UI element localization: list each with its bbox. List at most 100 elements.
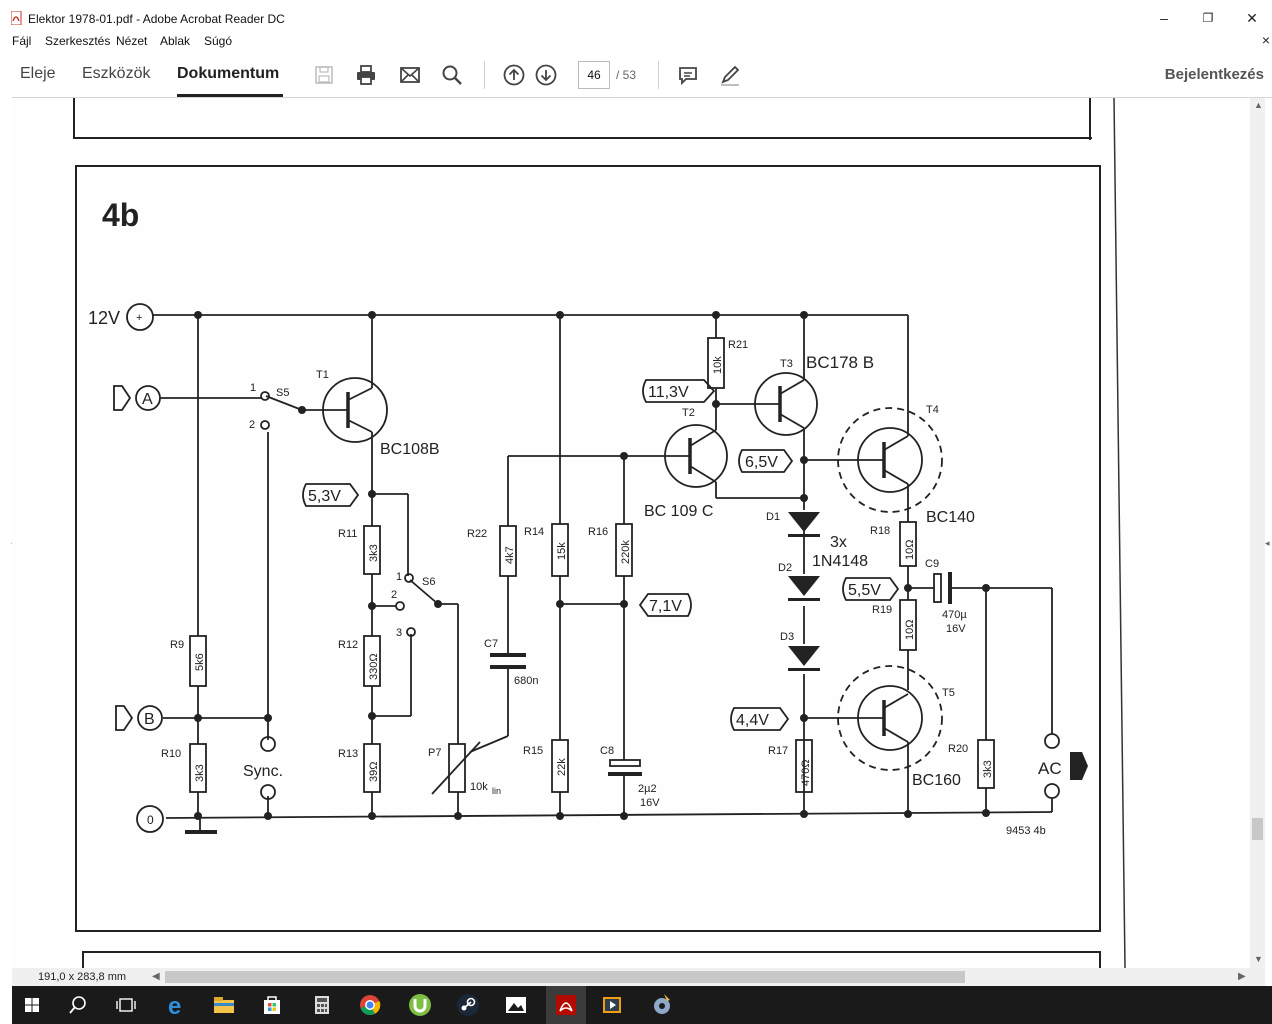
page-total: / 53 — [616, 68, 637, 82]
t4-ref: T4 — [926, 404, 939, 416]
scroll-down-icon[interactable]: ▼ — [1254, 954, 1263, 964]
c8-ref: C8 — [600, 745, 614, 757]
vertical-scroll-thumb[interactable] — [1252, 818, 1263, 840]
s6-pos3: 3 — [396, 627, 402, 639]
s6-label: S6 — [422, 576, 435, 588]
search-icon[interactable] — [440, 63, 464, 87]
p7-suffix: lin — [492, 786, 501, 796]
menu-window[interactable]: Ablak — [160, 34, 190, 48]
acrobat-taskbar-active[interactable] — [546, 986, 586, 1024]
t5-ref: T5 — [942, 687, 955, 699]
window-title: Elektor 1978-01.pdf - Adobe Acrobat Read… — [28, 12, 285, 26]
r14-value: 15k — [556, 542, 568, 560]
d3-ref: D3 — [780, 631, 794, 643]
input-b-label: B — [144, 711, 155, 728]
c9-ref: C9 — [925, 558, 939, 570]
r17-value: 470Ω — [800, 759, 812, 786]
minimize-button[interactable]: – — [1144, 6, 1184, 30]
output-label: AC — [1038, 759, 1062, 778]
t2-ref: T2 — [682, 407, 695, 419]
photos-icon[interactable] — [502, 991, 530, 1019]
title-bar: Elektor 1978-01.pdf - Adobe Acrobat Read… — [0, 0, 1272, 32]
r18-value: 10Ω — [904, 540, 916, 560]
c8-value: 2µ2 — [638, 783, 657, 795]
c8-voltage: 16V — [640, 797, 660, 809]
page-down-icon[interactable] — [534, 63, 558, 87]
r19-ref: R19 — [872, 604, 892, 616]
menu-file[interactable]: Fájl — [12, 34, 31, 48]
calculator-icon[interactable] — [308, 991, 336, 1019]
utorrent-icon[interactable] — [406, 991, 434, 1019]
email-icon[interactable] — [398, 63, 422, 87]
task-view-icon[interactable] — [112, 991, 140, 1019]
tab-home[interactable]: Eleje — [20, 65, 56, 83]
r19-value: 10Ω — [904, 620, 916, 640]
s6-pos2: 2 — [391, 589, 397, 601]
scroll-right-icon[interactable]: ▶ — [1238, 971, 1246, 982]
horizontal-scroll-thumb[interactable] — [165, 971, 965, 983]
store-icon[interactable] — [258, 991, 286, 1019]
comment-icon[interactable] — [676, 63, 700, 87]
s5-pos2: 2 — [249, 419, 255, 431]
restore-button[interactable]: ❐ — [1188, 6, 1228, 30]
scroll-up-icon[interactable]: ▲ — [1254, 100, 1263, 110]
vertical-scrollbar[interactable]: ▲ ▼ — [1250, 98, 1265, 968]
sign-in-link[interactable]: Bejelentkezés — [1165, 66, 1264, 83]
scroll-left-icon[interactable]: ◀ — [152, 971, 160, 982]
p7-ref: P7 — [428, 747, 441, 759]
settings-tool-icon[interactable] — [648, 991, 676, 1019]
t2-type: BC 109 C — [644, 503, 713, 520]
r21-ref: R21 — [728, 339, 748, 351]
media-player-icon[interactable] — [598, 991, 626, 1019]
r21-value: 10k — [712, 356, 724, 374]
r16-ref: R16 — [588, 526, 608, 538]
right-pane-toggle-icon[interactable]: ◂ — [1265, 538, 1270, 549]
page-up-icon[interactable] — [502, 63, 526, 87]
s5-pos1: 1 — [250, 382, 256, 394]
d2-ref: D2 — [778, 562, 792, 574]
tab-document[interactable]: Dokumentum — [177, 65, 279, 83]
voltage-output-node: 5,5V — [848, 582, 881, 599]
pdf-file-icon — [11, 11, 22, 25]
menu-edit[interactable]: Szerkesztés — [45, 34, 110, 48]
t3-ref: T3 — [780, 358, 793, 370]
toolbar-separator — [658, 61, 659, 89]
diode-type: 1N4148 — [812, 553, 868, 570]
input-a-label: A — [142, 391, 153, 408]
print-icon[interactable] — [354, 63, 378, 87]
voltage-r16-node: 7,1V — [649, 598, 682, 615]
s6-pos1: 1 — [396, 571, 402, 583]
diode-count: 3x — [830, 534, 847, 551]
r22-value: 4k7 — [504, 546, 516, 564]
c7-ref: C7 — [484, 638, 498, 650]
chrome-icon[interactable] — [356, 991, 384, 1019]
d1-ref: D1 — [766, 511, 780, 523]
pen-icon[interactable] — [718, 63, 742, 87]
voltage-t5-base: 4,4V — [736, 712, 769, 729]
r13-value: 39Ω — [368, 762, 380, 782]
menu-view[interactable]: Nézet — [116, 34, 147, 48]
save-icon[interactable] — [312, 63, 336, 87]
document-viewport[interactable]: 4b 12V + 0 A B Sync. AC 11,3V 6,5V 5,3V … — [12, 98, 1250, 968]
windows-start-icon[interactable] — [18, 991, 46, 1019]
file-explorer-icon[interactable] — [210, 991, 238, 1019]
edge-browser-icon[interactable]: e — [162, 991, 190, 1019]
toolbar-separator — [484, 61, 485, 89]
page-number-input[interactable]: 46 — [578, 61, 610, 89]
c9-voltage: 16V — [946, 623, 966, 635]
menu-help[interactable]: Súgó — [204, 34, 232, 48]
r18-ref: R18 — [870, 525, 890, 537]
svg-text:e: e — [168, 993, 181, 1019]
r12-ref: R12 — [338, 639, 358, 651]
close-button[interactable]: ✕ — [1232, 6, 1272, 30]
r15-ref: R15 — [523, 745, 543, 757]
tab-tools[interactable]: Eszközök — [82, 65, 150, 83]
acrobat-reader-icon — [556, 995, 576, 1015]
c7-value: 680n — [514, 675, 538, 687]
search-icon[interactable] — [64, 991, 92, 1019]
voltage-t1-collector: 5,3V — [308, 488, 341, 505]
p7-value: 10k — [470, 781, 488, 793]
r13-ref: R13 — [338, 748, 358, 760]
close-document-button[interactable]: × — [1262, 32, 1270, 48]
steam-icon[interactable] — [454, 991, 482, 1019]
